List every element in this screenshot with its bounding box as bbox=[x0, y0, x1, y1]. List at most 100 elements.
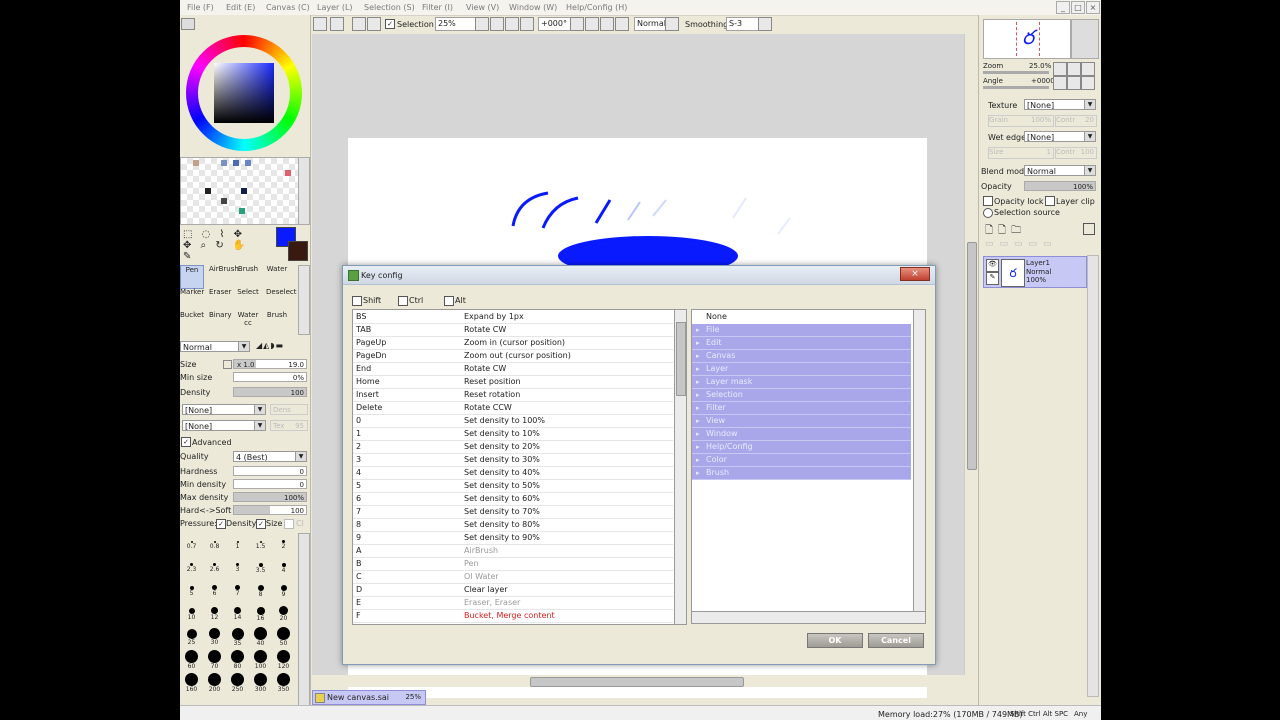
brush-size-preset[interactable]: 10 bbox=[180, 604, 203, 621]
key-row[interactable]: E Eraser, Eraser bbox=[353, 596, 673, 610]
brush-size-preset[interactable]: 9 bbox=[272, 581, 295, 598]
key-row[interactable]: 7 Set density to 70% bbox=[353, 505, 673, 519]
tool-water[interactable]: Water bbox=[266, 265, 288, 287]
brush-size-preset[interactable]: 2 bbox=[272, 535, 295, 550]
canvas-horizontal-scrollbar[interactable] bbox=[312, 675, 976, 687]
tool-bucket[interactable]: Bucket bbox=[180, 311, 204, 333]
advanced-checkbox[interactable]: ✓ bbox=[181, 437, 191, 447]
pressure-density-checkbox[interactable]: ✓ bbox=[216, 519, 226, 529]
key-row[interactable]: 9 Set density to 90% bbox=[353, 531, 673, 545]
pressure-extra-checkbox[interactable] bbox=[284, 519, 294, 529]
secondary-color[interactable] bbox=[288, 241, 308, 261]
brush-size-preset[interactable]: 50 bbox=[272, 627, 295, 647]
menu-tree-item[interactable]: ▸ Edit bbox=[692, 337, 911, 350]
brush-size-preset[interactable]: 2.3 bbox=[180, 558, 203, 573]
brush-size-preset[interactable]: 4 bbox=[272, 558, 295, 574]
nav-zoom-reset-button[interactable] bbox=[1081, 62, 1095, 76]
menu-canvas[interactable]: Canvas (C) bbox=[266, 3, 310, 12]
menu-tree-item[interactable]: ▸ View bbox=[692, 415, 911, 428]
tool-water-cc[interactable]: Water cc bbox=[237, 311, 259, 333]
redo-button[interactable] bbox=[330, 17, 344, 31]
brush-size-preset[interactable]: 5 bbox=[180, 581, 203, 597]
pressure-size-checkbox[interactable]: ✓ bbox=[256, 519, 266, 529]
nav-zoom-out-button[interactable] bbox=[1053, 62, 1067, 76]
rotation-field[interactable]: +000° bbox=[538, 17, 572, 31]
menu-filter[interactable]: Filter (I) bbox=[422, 3, 453, 12]
wet-edge-dropdown[interactable]: [None] ▼ bbox=[1024, 131, 1096, 142]
tool-select[interactable]: Select bbox=[237, 288, 259, 310]
density-slider[interactable]: 100 bbox=[233, 387, 307, 397]
brush-size-preset[interactable]: 350 bbox=[272, 673, 295, 693]
brush-size-preset[interactable]: 12 bbox=[203, 604, 226, 621]
nav-rotate-ccw-button[interactable] bbox=[1053, 76, 1067, 90]
key-row[interactable]: PageDn Zoom out (cursor position) bbox=[353, 349, 673, 363]
tool-scrollbar[interactable] bbox=[298, 265, 310, 335]
brush-size-preset[interactable]: 14 bbox=[226, 604, 249, 621]
texture2-strength[interactable]: Tex 95 bbox=[270, 420, 308, 431]
minimize-button[interactable]: _ bbox=[1056, 1, 1070, 14]
menu-tree-item[interactable]: ▸ Selection bbox=[692, 389, 911, 402]
color-square[interactable] bbox=[214, 63, 274, 123]
nav-zoom-in-button[interactable] bbox=[1067, 62, 1081, 76]
expand-arrow-icon[interactable]: ▸ bbox=[696, 467, 700, 479]
close-window-button[interactable]: × bbox=[1086, 1, 1100, 14]
cancel-button[interactable]: Cancel bbox=[868, 633, 924, 648]
menu-layer[interactable]: Layer (L) bbox=[317, 3, 353, 12]
layer-visibility-icon[interactable]: 👁 bbox=[986, 259, 999, 272]
nav-angle-slider[interactable] bbox=[983, 86, 1049, 89]
menu-tree-item[interactable]: ▸ Color bbox=[692, 454, 911, 467]
color-wheel-mode-button[interactable] bbox=[181, 18, 195, 30]
key-row[interactable]: BS Expand by 1px bbox=[353, 310, 673, 324]
expand-arrow-icon[interactable]: ▸ bbox=[696, 337, 700, 349]
zoom-out-button[interactable] bbox=[490, 17, 504, 31]
menu-tree-vscroll[interactable] bbox=[913, 309, 926, 613]
paper-texture-dropdown[interactable]: [None] ▼ bbox=[1024, 99, 1096, 110]
menu-window[interactable]: Window (W) bbox=[509, 3, 557, 12]
expand-arrow-icon[interactable]: ▸ bbox=[696, 415, 700, 427]
nav-rotate-cw-button[interactable] bbox=[1067, 76, 1081, 90]
key-row[interactable]: B Pen bbox=[353, 557, 673, 571]
brush-mode-dropdown[interactable]: Normal ▼ bbox=[180, 341, 250, 352]
menu-tree-item[interactable]: ▸ Filter bbox=[692, 402, 911, 415]
dialog-titlebar[interactable]: Key config × bbox=[343, 266, 935, 285]
key-row[interactable]: 2 Set density to 20% bbox=[353, 440, 673, 454]
texture2-dropdown[interactable]: [None] ▼ bbox=[182, 420, 266, 431]
color-wheel[interactable] bbox=[186, 35, 302, 151]
vertical-scroll-thumb[interactable] bbox=[967, 242, 977, 470]
menu-none-item[interactable]: None bbox=[692, 311, 911, 323]
key-row[interactable]: A AirBrush bbox=[353, 544, 673, 558]
key-row[interactable]: End Rotate CW bbox=[353, 362, 673, 376]
menu-tree-item[interactable]: ▸ File bbox=[692, 324, 911, 337]
expand-arrow-icon[interactable]: ▸ bbox=[696, 376, 700, 388]
brush-size-preset[interactable]: 60 bbox=[180, 650, 203, 670]
max-density-slider[interactable]: 100% bbox=[233, 492, 307, 502]
key-row[interactable]: 0 Set density to 100% bbox=[353, 414, 673, 428]
menu-command-tree[interactable]: None ▸ File ▸ Edit ▸ Canvas ▸ Layer ▸ Layer mask ▸… bbox=[691, 309, 915, 613]
menu-view[interactable]: View (V) bbox=[466, 3, 499, 12]
ctrl-checkbox[interactable] bbox=[398, 296, 408, 306]
expand-arrow-icon[interactable]: ▸ bbox=[696, 363, 700, 375]
brush-size-preset[interactable]: 25 bbox=[180, 627, 203, 646]
menu-tree-hscroll[interactable] bbox=[691, 611, 926, 624]
expand-arrow-icon[interactable]: ▸ bbox=[696, 402, 700, 414]
key-row[interactable]: Delete Rotate CCW bbox=[353, 401, 673, 415]
brush-size-preset[interactable]: 3 bbox=[226, 558, 249, 573]
tool-pen[interactable]: Pen bbox=[180, 265, 204, 289]
expand-arrow-icon[interactable]: ▸ bbox=[696, 389, 700, 401]
rotate-cw-button[interactable] bbox=[600, 17, 614, 31]
blend-field[interactable]: Normal bbox=[634, 17, 666, 31]
expand-arrow-icon[interactable]: ▸ bbox=[696, 441, 700, 453]
min-density-slider[interactable]: 0 bbox=[233, 479, 307, 489]
layer-mask-button[interactable] bbox=[1083, 223, 1095, 235]
brush-size-preset[interactable]: 1.5 bbox=[249, 535, 272, 550]
rotate-ccw-button[interactable] bbox=[585, 17, 599, 31]
brush-shape-buttons[interactable]: ◢◭◗▬ bbox=[256, 341, 308, 352]
layer-scrollbar[interactable] bbox=[1087, 255, 1099, 697]
menu-file[interactable]: File (F) bbox=[187, 3, 214, 12]
menu-edit[interactable]: Edit (E) bbox=[226, 3, 255, 12]
key-row[interactable]: 6 Set density to 60% bbox=[353, 492, 673, 506]
key-row[interactable]: PageUp Zoom in (cursor position) bbox=[353, 336, 673, 350]
key-row[interactable]: TAB Rotate CW bbox=[353, 323, 673, 337]
brush-size-preset[interactable]: 200 bbox=[203, 673, 226, 693]
key-row[interactable]: 8 Set density to 80% bbox=[353, 518, 673, 532]
